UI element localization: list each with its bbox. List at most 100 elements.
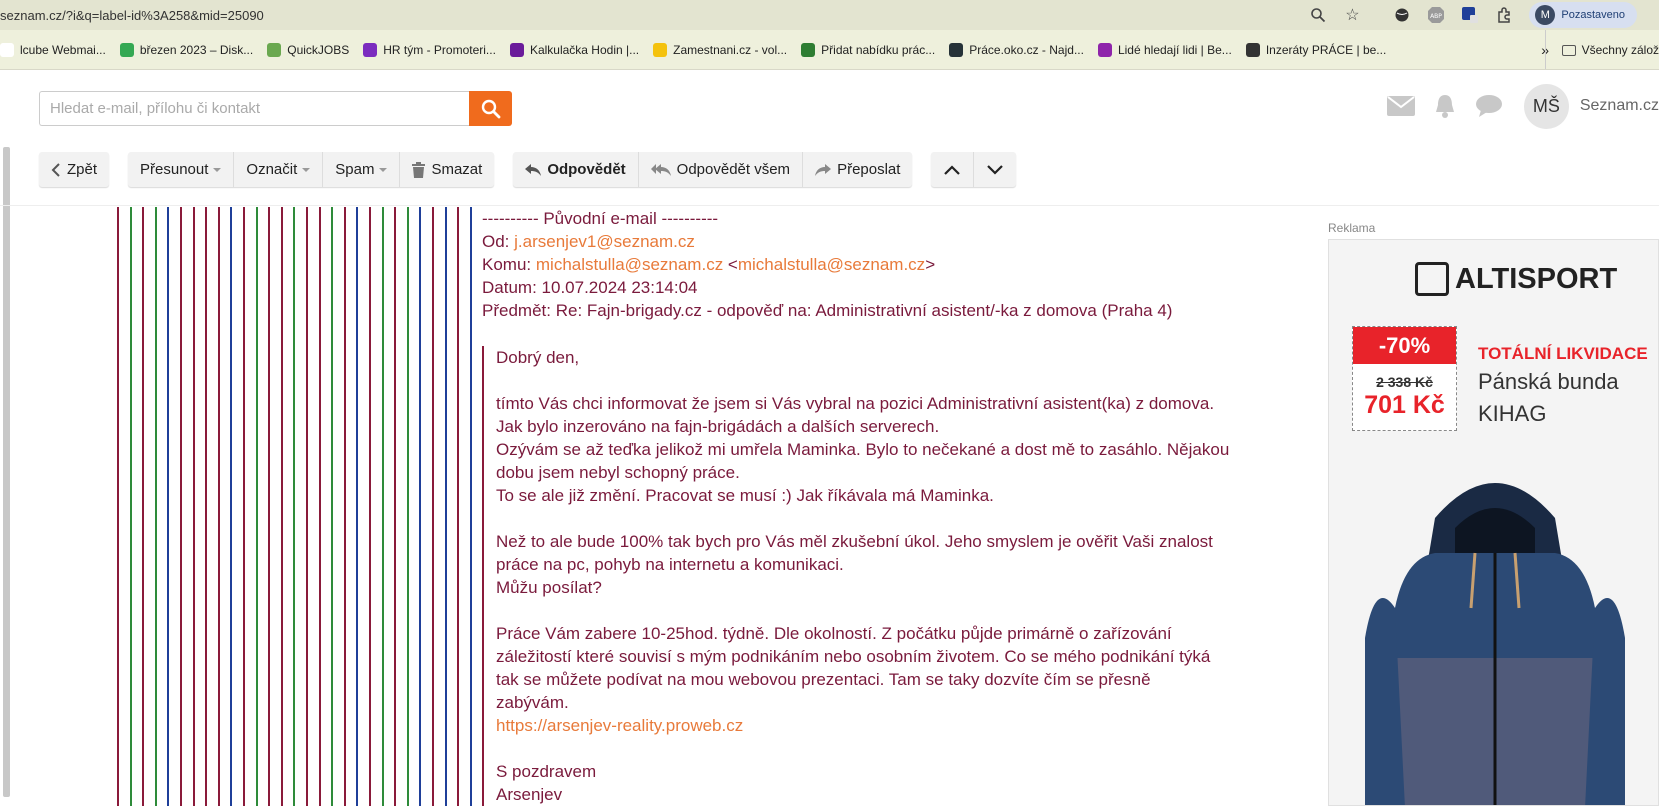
bookmark-item[interactable]: Práce.oko.cz - Najd... [949,42,1084,57]
quote-bar [293,207,296,806]
trash-icon [412,161,426,178]
reply-all-button[interactable]: Odpovědět všem [639,152,804,187]
extension-badge-icon[interactable] [1459,4,1481,26]
quote-bar [356,207,359,806]
search-button[interactable] [469,91,512,126]
body-line: Můžu posílat? [496,578,602,597]
quote-bar [230,207,233,806]
bookmark-favicon-icon [801,42,816,57]
folder-icon [1561,44,1576,56]
bookmark-star-icon[interactable]: ☆ [1341,4,1363,26]
from-email-link[interactable]: j.arsenjev1@seznam.cz [514,232,695,251]
body-line: To se ale již změní. Pracovat se musí :)… [496,486,994,505]
actions-group: Přesunout Označit Spam Smazat [128,152,495,187]
chevron-left-icon [51,162,61,177]
extensions-puzzle-icon[interactable] [1493,4,1515,26]
zoom-icon[interactable] [1307,4,1329,26]
to-name-link[interactable]: michalstulla@seznam.cz [536,255,723,274]
bookmark-label: QuickJOBS [287,42,350,57]
forward-button[interactable]: Přeposlat [803,152,912,187]
chat-icon[interactable] [1474,91,1504,121]
quote-bar [369,207,371,806]
date-line: Datum: 10.07.2024 23:14:04 [482,276,1302,299]
quote-bar [205,207,208,806]
bookmark-label: lcube Webmai... [20,42,106,57]
bookmark-favicon-icon [653,42,668,57]
reply-label: Odpovědět [547,161,626,178]
signature-name: Arsenjev [496,785,563,804]
profile-status: Pozastaveno [1561,9,1625,21]
quote-bar [318,207,321,806]
quote-bar [167,207,170,806]
quote-bar [469,207,472,806]
bookmark-label: Inzeráty PRÁCE | be... [1265,42,1387,57]
mark-button[interactable]: Označit [234,152,324,187]
bookmark-label: Přidat nabídku prác... [821,42,936,57]
bookmark-item[interactable]: březen 2023 – Disk... [119,42,253,57]
back-button[interactable]: Zpět [39,152,109,187]
user-avatar[interactable]: MŠ [1523,83,1569,129]
extension-globe-icon[interactable] [1391,4,1413,26]
next-message-button[interactable] [974,152,1016,187]
advertisement-banner[interactable]: ALTISPORT -70% 2 338 Kč 701 Kč TOTÁLNÍ L… [1328,239,1659,806]
bell-icon[interactable] [1430,91,1460,121]
bookmark-item[interactable]: QuickJOBS [267,42,350,57]
bookmark-item[interactable]: lcube Webmai... [0,42,106,57]
quote-bar [432,207,434,806]
bookmark-label: HR tým - Promoteri... [383,42,496,57]
spam-button[interactable]: Spam [323,152,401,187]
ad-product-line2: KIHAG [1478,401,1547,426]
quoted-message-body: Dobrý den, tímto Vás chci informovat že … [482,346,1302,806]
quote-bar [243,207,245,806]
mail-app: MŠ Seznam.cz Zpět Přesunout Označit Spam… [0,71,1659,806]
profile-button[interactable]: M Pozastaveno [1529,2,1637,28]
reply-button[interactable]: Odpovědět [513,152,639,187]
bookmark-item[interactable]: Kalkulačka Hodin |... [509,42,639,57]
adblock-icon[interactable]: ABP [1425,4,1447,26]
body-line: Jak bylo inzerováno na fajn-brigádách a … [496,417,940,436]
toolbar-divider [0,205,1659,206]
spam-label: Spam [335,161,375,178]
bookmark-item[interactable]: HR tým - Promoteri... [363,42,496,57]
quote-bar [192,207,195,806]
ad-old-price: 2 338 Kč [1376,374,1433,390]
ad-price-badge: -70% 2 338 Kč 701 Kč [1352,326,1457,431]
scrollbar[interactable] [3,147,10,797]
subject-line: Předmět: Re: Fajn-brigady.cz - odpověď n… [482,299,1302,322]
body-line: práce na pc, pohyb na internetu a komuni… [496,555,844,574]
quote-bar [154,207,157,806]
ad-discount: -70% [1353,327,1456,364]
all-bookmarks-button[interactable]: Všechny zálož [1544,30,1659,69]
forward-label: Přeposlat [837,161,901,178]
mail-icon[interactable] [1386,91,1416,121]
search-icon [481,99,500,118]
quote-bar [343,207,346,806]
quote-level-bars [117,207,477,806]
all-bookmarks-label: Všechny zálož [1581,43,1659,57]
date-value: 10.07.2024 23:14:04 [541,278,698,297]
quote-bar [255,207,258,806]
bookmark-favicon-icon [0,42,14,57]
delete-button[interactable]: Smazat [400,152,494,187]
move-button[interactable]: Přesunout [128,152,235,187]
bookmark-item[interactable]: Inzeráty PRÁCE | be... [1245,42,1387,57]
address-bar[interactable]: seznam.cz/?i&q=label-id%3A258&mid=25090 … [0,0,1659,30]
bookmark-item[interactable]: Lidé hledají lidi | Be... [1097,42,1232,57]
previous-message-button[interactable] [931,152,975,187]
bookmark-item[interactable]: Zamestnani.cz - vol... [653,42,787,57]
to-email-link[interactable]: michalstulla@seznam.cz [738,255,925,274]
url-text[interactable]: seznam.cz/?i&q=label-id%3A258&mid=25090 [0,8,264,23]
original-header-divider: ---------- Původní e-mail ---------- [482,209,719,228]
search-bar [39,91,512,126]
bookmark-item[interactable]: Přidat nabídku prác... [801,42,936,57]
ad-product-line1: Pánská bunda [1478,369,1619,394]
to-label: Komu: [482,255,532,274]
quote-bar [331,207,334,806]
brand-logo[interactable]: Seznam.cz [1580,97,1659,115]
search-input[interactable] [39,91,469,126]
bookmarks-list: lcube Webmai... březen 2023 – Disk... Quic… [0,42,1400,57]
reply-icon [525,163,542,176]
quote-bar [280,207,283,806]
quote-bar [394,207,397,806]
website-link[interactable]: https://arsenjev-reality.proweb.cz [496,714,1302,737]
